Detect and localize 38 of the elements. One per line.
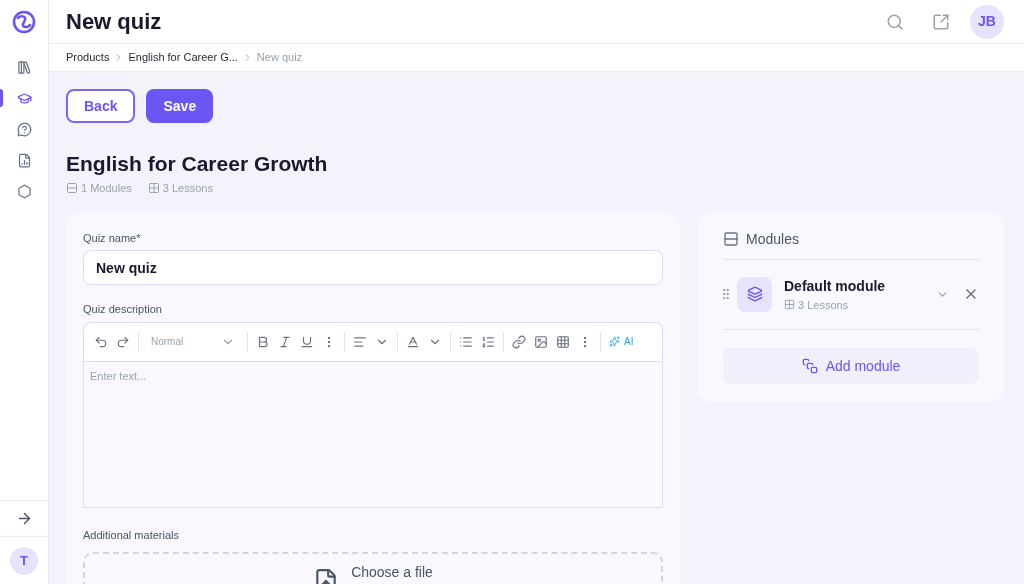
panel-title: Modules: [746, 229, 799, 249]
breadcrumb-item: New quiz: [256, 50, 303, 66]
field-label: Additional materials: [83, 527, 180, 543]
lessons-icon: [784, 299, 795, 311]
lessons-count: 3 Lessons: [162, 181, 213, 196]
quiz-name-field[interactable]: New quiz: [83, 250, 663, 285]
page-title: New quiz: [66, 8, 162, 36]
external-link-icon[interactable]: [932, 12, 950, 31]
description-editor[interactable]: Enter text...: [83, 361, 663, 508]
search-icon[interactable]: [886, 12, 904, 31]
upload-label: Choose a file: [351, 563, 433, 582]
breadcrumb-item[interactable]: Products: [66, 49, 110, 66]
text-style-select[interactable]: Normal: [143, 334, 243, 349]
file-upload-area[interactable]: Choose a file: [83, 552, 663, 584]
save-button[interactable]: Save: [146, 89, 214, 123]
add-module-button[interactable]: Add module: [723, 348, 979, 384]
field-label: Quiz description: [83, 302, 163, 317]
user-avatar[interactable]: T: [10, 546, 38, 575]
breadcrumb-item[interactable]: English for Career G...: [128, 49, 238, 66]
books-icon[interactable]: [16, 58, 32, 76]
chart-icon[interactable]: [16, 151, 32, 169]
field-label: Quiz name*: [83, 230, 142, 246]
stack-icon: [801, 358, 818, 374]
modules-count: 1 Modules: [81, 181, 132, 196]
layers-icon: [746, 286, 763, 303]
lessons-icon: [147, 182, 160, 195]
modules-icon: [723, 231, 739, 247]
module-name: Default module: [784, 276, 887, 296]
lessons-count: 3 Lessons: [798, 297, 849, 313]
hexagon-icon[interactable]: [16, 182, 32, 200]
user-avatar[interactable]: JB: [970, 4, 1004, 39]
question-bubble-icon[interactable]: [16, 120, 32, 138]
logo-icon: [12, 10, 36, 34]
course-title: English for Career Growth: [66, 151, 329, 177]
modules-icon: [66, 182, 78, 195]
sparkles-icon: [609, 336, 620, 347]
back-button[interactable]: Back: [66, 89, 136, 123]
ai-button[interactable]: AI: [605, 334, 638, 349]
